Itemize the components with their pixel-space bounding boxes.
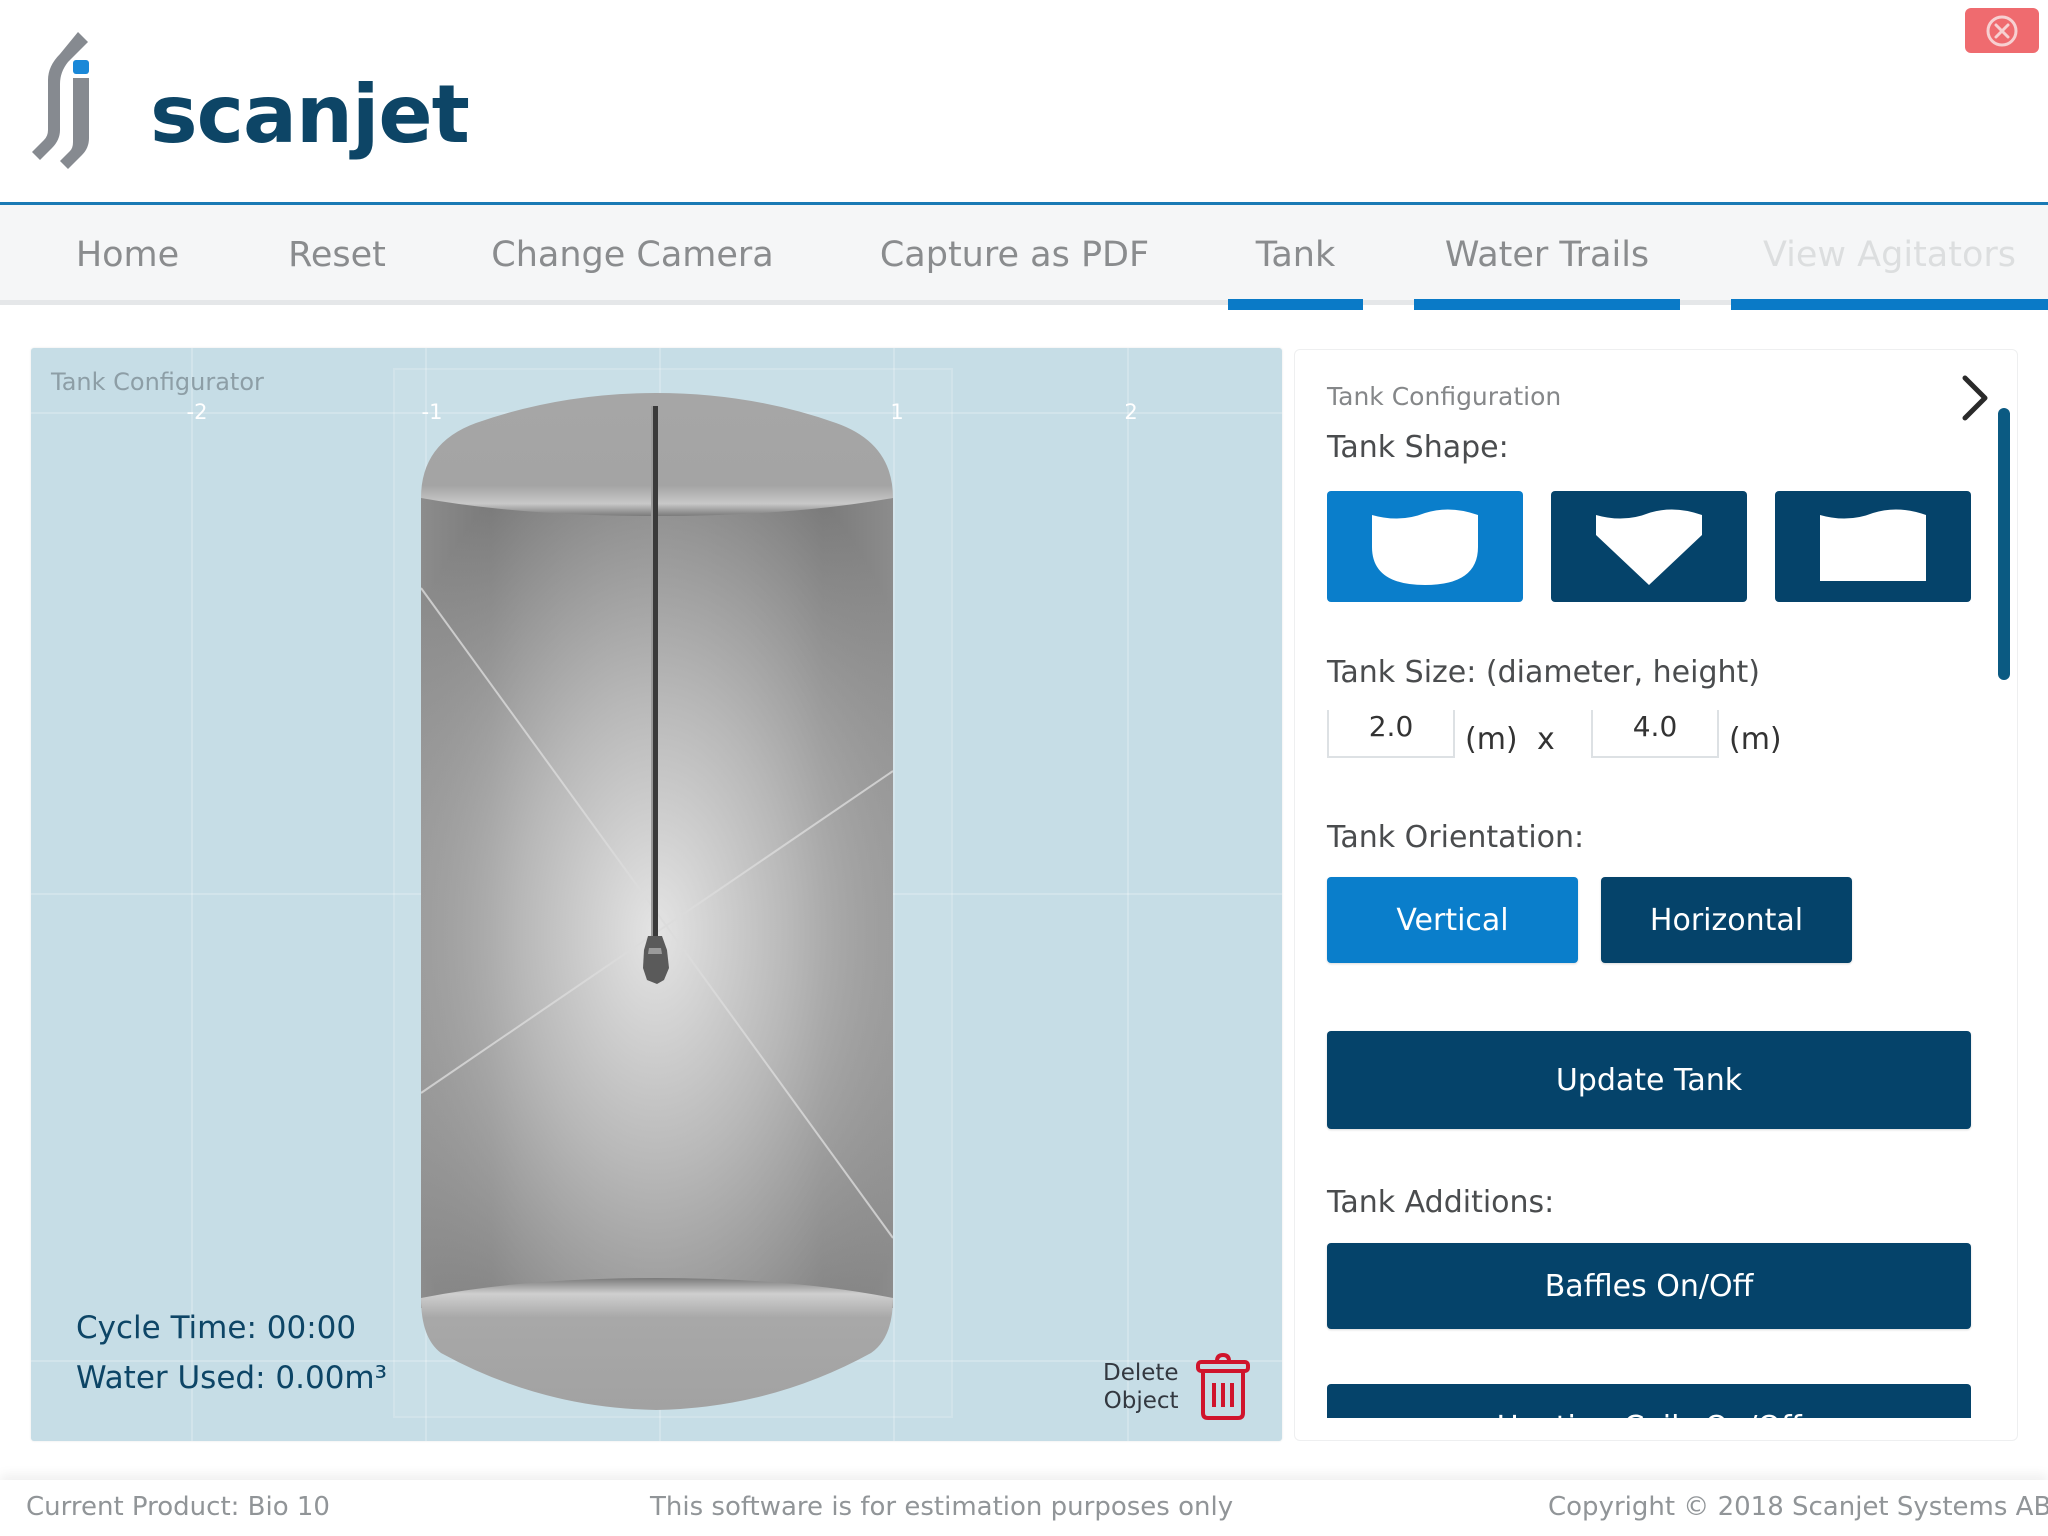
- button-label: Heating Coils On/Off: [1496, 1410, 1801, 1419]
- nav-tank[interactable]: Tank: [1228, 205, 1363, 310]
- delete-object-button[interactable]: Delete Object: [1103, 1353, 1251, 1421]
- scanjet-logo: scanjet: [30, 30, 470, 170]
- footer: Current Product: Bio 10 This software is…: [0, 1480, 2048, 1536]
- nav-label: Water Trails: [1444, 235, 1650, 275]
- chevron-right-icon[interactable]: [1955, 370, 1995, 430]
- tank-shape-label: Tank Shape:: [1327, 430, 1509, 465]
- logo-mark-icon: [32, 32, 89, 169]
- button-label: Update Tank: [1555, 1062, 1743, 1098]
- tank-3d-viewport[interactable]: Tank Configurator -2 -1 0 1 2: [31, 348, 1282, 1441]
- orientation-vertical-button[interactable]: Vertical: [1327, 877, 1578, 963]
- diameter-unit: (m): [1465, 722, 1518, 757]
- nav-label: Reset: [288, 235, 386, 275]
- brand-name: scanjet: [150, 68, 470, 161]
- nav-label: Home: [75, 235, 180, 275]
- water-used: Water Used: 0.00m³: [76, 1353, 387, 1403]
- heating-coils-toggle-button[interactable]: Heating Coils On/Off: [1327, 1384, 1971, 1418]
- water-used-label: Water Used:: [76, 1360, 266, 1396]
- cycle-time-label: Cycle Time:: [76, 1310, 257, 1346]
- active-indicator: [1414, 299, 1680, 310]
- nozzle-ring: [648, 948, 662, 954]
- delete-label-line: Delete: [1103, 1360, 1179, 1386]
- app-root: scanjet Home Reset Change Camera Capture…: [0, 0, 2048, 1536]
- times-symbol: x: [1537, 722, 1555, 757]
- delete-object-label: Delete Object: [1103, 1359, 1179, 1415]
- nav-label: Change Camera: [491, 235, 774, 275]
- nav-label: View Agitators: [1763, 235, 2016, 275]
- main-nav: Home Reset Change Camera Capture as PDF …: [0, 205, 2048, 310]
- shape-dished-button[interactable]: [1327, 491, 1523, 602]
- cycle-time: Cycle Time: 00:00: [76, 1303, 387, 1353]
- tank-configuration-panel: Tank Configuration Tank Shape: Tank Size…: [1294, 349, 2018, 1441]
- height-input[interactable]: [1591, 710, 1719, 758]
- dished-bottom-icon: [1372, 508, 1478, 585]
- tank-orientation-label: Tank Orientation:: [1327, 820, 1585, 855]
- nav-capture-pdf[interactable]: Capture as PDF: [862, 205, 1167, 305]
- tank-bottom-cap: [421, 1278, 893, 1410]
- simulation-stats: Cycle Time: 00:00 Water Used: 0.00m³: [76, 1303, 387, 1403]
- header: scanjet: [0, 0, 2048, 203]
- nav-home[interactable]: Home: [50, 205, 205, 305]
- nav-label: Capture as PDF: [879, 235, 1150, 275]
- nav-label: Tank: [1255, 235, 1336, 275]
- tank-model[interactable]: [31, 348, 1282, 1441]
- panel-title: Tank Configuration: [1327, 382, 1562, 411]
- tank-size-row: (m) x (m): [1327, 710, 1927, 770]
- nav-change-camera[interactable]: Change Camera: [470, 205, 795, 305]
- nozzle-lance: [653, 406, 658, 936]
- circle-x-icon: [1986, 15, 2018, 46]
- delete-label-line: Object: [1103, 1388, 1179, 1414]
- current-product: Current Product: Bio 10: [26, 1492, 330, 1522]
- copyright: Copyright © 2018 Scanjet Systems AB: [1548, 1492, 2048, 1522]
- button-label: Horizontal: [1649, 902, 1804, 938]
- cycle-time-value: 00:00: [266, 1310, 357, 1346]
- baffles-toggle-button[interactable]: Baffles On/Off: [1327, 1243, 1971, 1329]
- orientation-horizontal-button[interactable]: Horizontal: [1601, 877, 1852, 963]
- button-label: Baffles On/Off: [1544, 1268, 1754, 1304]
- active-indicator: [1731, 299, 2048, 310]
- button-label: Vertical: [1396, 902, 1509, 938]
- nav-water-trails[interactable]: Water Trails: [1414, 205, 1680, 310]
- panel-scrollbar[interactable]: [1998, 408, 2010, 680]
- close-button[interactable]: [1965, 8, 2039, 53]
- shape-conical-button[interactable]: [1551, 491, 1747, 602]
- nozzle-lance-highlight: [651, 406, 653, 936]
- tank-size-label: Tank Size: (diameter, height): [1327, 655, 1760, 690]
- nav-reset[interactable]: Reset: [262, 205, 412, 305]
- nav-view-agitators[interactable]: View Agitators: [1731, 205, 2048, 310]
- water-used-value: 0.00m³: [275, 1360, 388, 1396]
- trash-icon: [1195, 1353, 1250, 1420]
- tank-additions-label: Tank Additions:: [1327, 1185, 1555, 1220]
- heating-coils-clip: Heating Coils On/Off: [1327, 1384, 1971, 1418]
- update-tank-button[interactable]: Update Tank: [1327, 1031, 1971, 1129]
- flat-bottom-icon: [1820, 508, 1926, 581]
- shape-flat-button[interactable]: [1775, 491, 1971, 602]
- diameter-input[interactable]: [1327, 710, 1455, 758]
- active-indicator: [1228, 299, 1363, 310]
- conical-bottom-icon: [1596, 508, 1702, 585]
- disclaimer: This software is for estimation purposes…: [650, 1492, 1234, 1522]
- height-unit: (m): [1729, 722, 1782, 757]
